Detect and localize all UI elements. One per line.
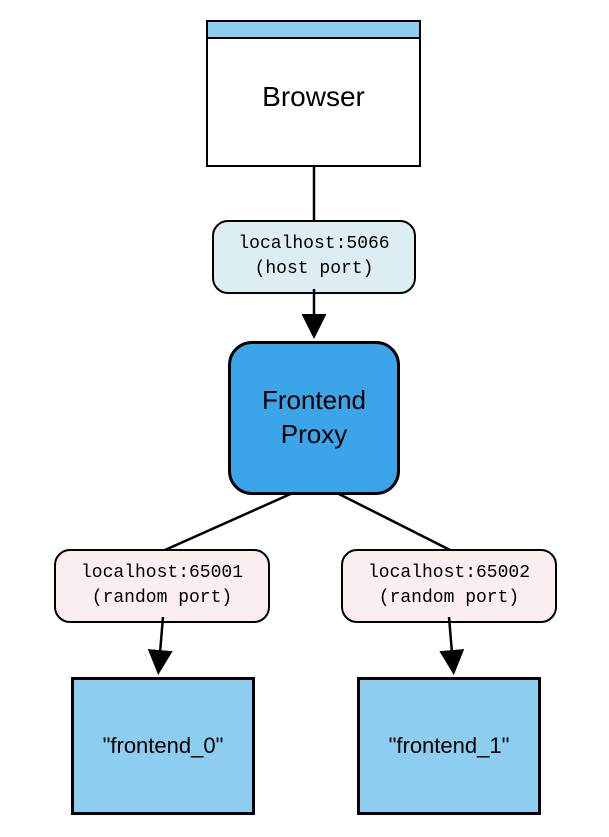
browser-node: Browser: [206, 20, 421, 167]
connector-browser-to-host: [310, 167, 320, 222]
connector-proxy-to-right: [330, 492, 470, 552]
left-port-label: localhost:65001 (random port): [54, 549, 270, 623]
instance-left-label: "frontend_0": [103, 733, 224, 759]
instance-right-label: "frontend_1": [389, 733, 510, 759]
left-port-line1: localhost:65001: [70, 561, 254, 586]
browser-titlebar: [208, 22, 419, 39]
proxy-label: Frontend Proxy: [262, 384, 366, 452]
connector-right-to-instance: [437, 617, 467, 679]
host-port-line2: (host port): [228, 257, 400, 282]
host-port-line1: localhost:5066: [228, 232, 400, 257]
instance-right-node: "frontend_1": [357, 677, 541, 815]
browser-label: Browser: [262, 81, 365, 113]
right-port-line2: (random port): [357, 586, 541, 611]
right-port-label: localhost:65002 (random port): [341, 549, 557, 623]
proxy-node: Frontend Proxy: [228, 341, 400, 495]
connector-left-to-instance: [145, 617, 175, 679]
host-port-label: localhost:5066 (host port): [212, 220, 416, 294]
right-port-line1: localhost:65002: [357, 561, 541, 586]
connector-proxy-to-left: [160, 492, 300, 552]
instance-left-node: "frontend_0": [71, 677, 255, 815]
connector-host-to-proxy: [302, 289, 326, 343]
proxy-label-line1: Frontend Proxy: [262, 385, 366, 449]
left-port-line2: (random port): [70, 586, 254, 611]
